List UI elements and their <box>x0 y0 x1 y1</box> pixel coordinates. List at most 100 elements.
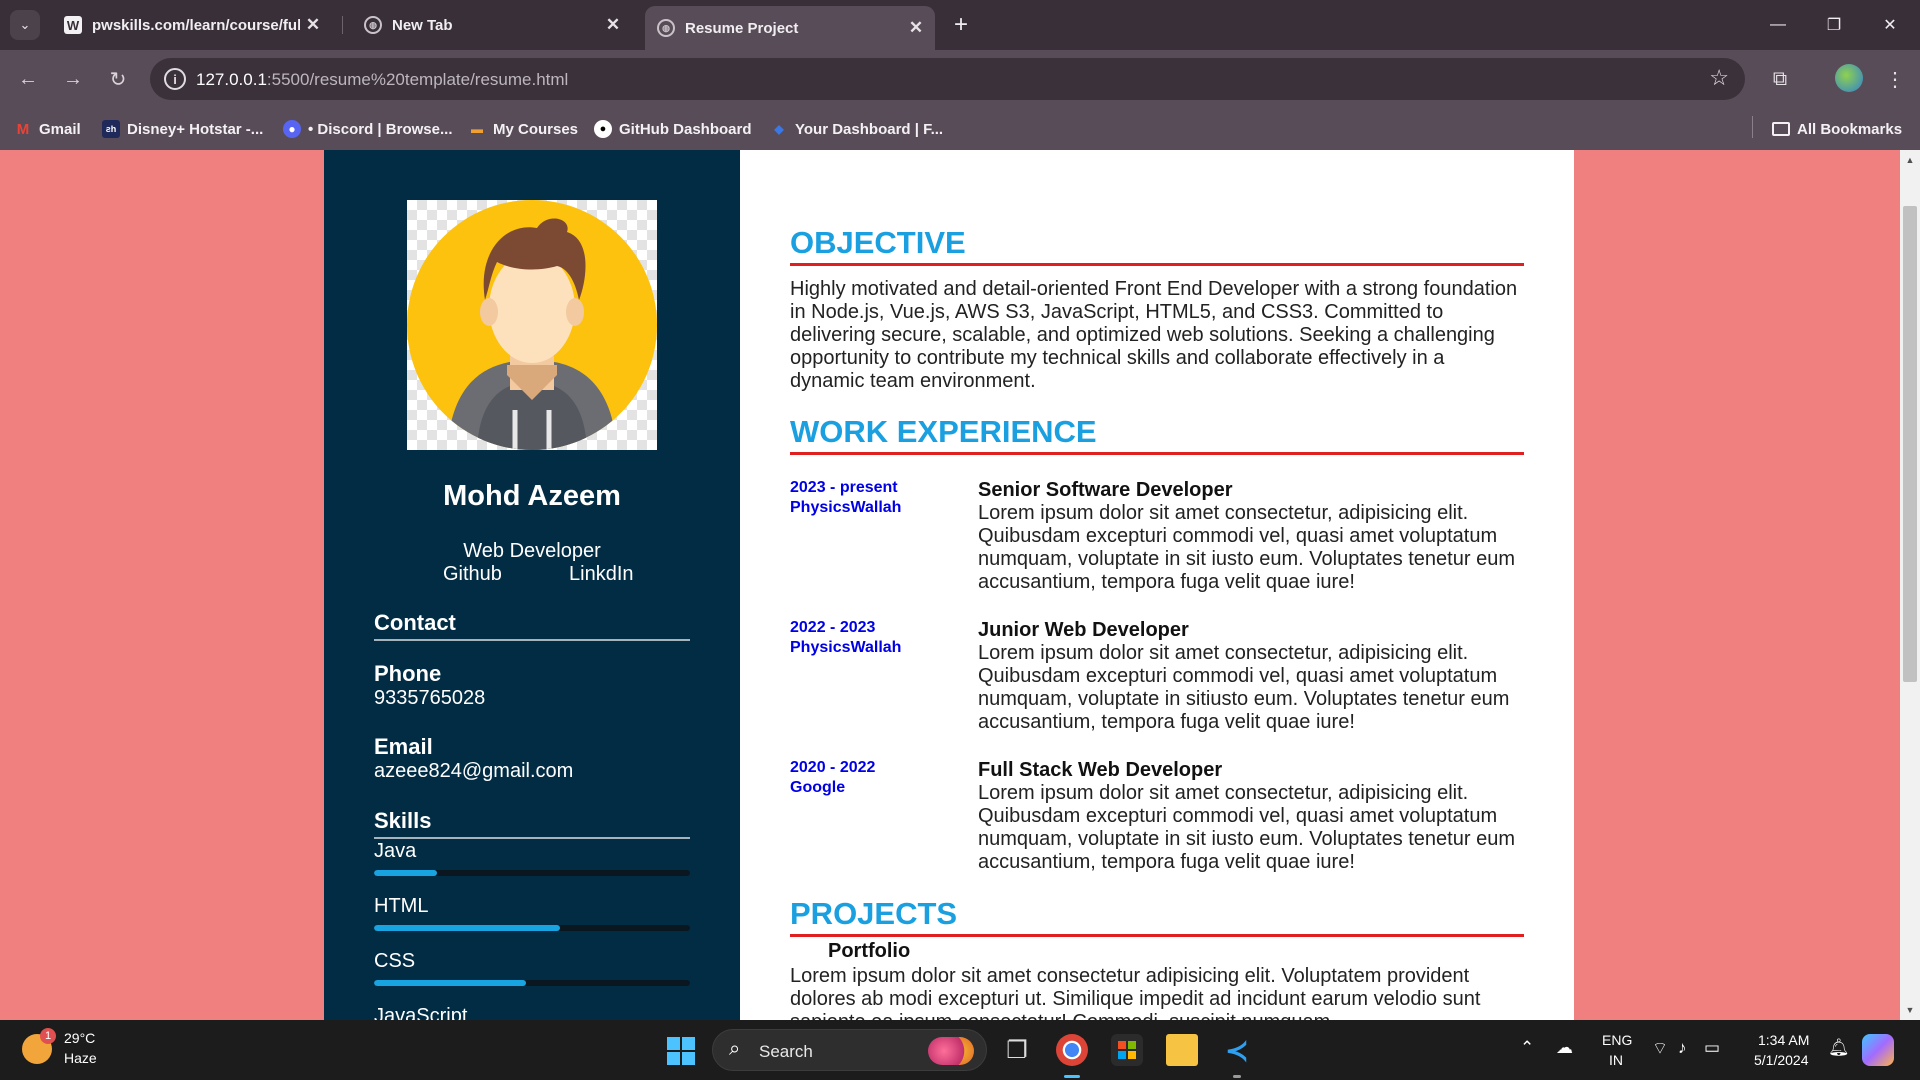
search-icon: ⌕ <box>729 1038 741 1060</box>
active-app-indicator <box>1064 1075 1080 1078</box>
skill-bar <box>374 870 690 876</box>
menu-icon[interactable]: ⋮ <box>1880 64 1910 94</box>
profile-avatar[interactable] <box>1835 64 1863 92</box>
experience-company: PhysicsWallah <box>790 499 902 516</box>
bookmark-discord[interactable]: ● • Discord | Browse... <box>283 118 453 140</box>
tab-title: New Tab <box>392 16 453 34</box>
gmail-icon: M <box>16 120 30 138</box>
bookmarks-bar: M Gmail ƨh Disney+ Hotstar -... ● • Disc… <box>0 108 1920 150</box>
reload-button[interactable]: ↻ <box>103 64 133 94</box>
battery-icon[interactable]: ▭ <box>1704 1038 1720 1058</box>
skill-bar-fill <box>374 925 561 931</box>
tab-title: pwskills.com/learn/course/full- <box>92 16 300 34</box>
site-info-icon[interactable]: i <box>164 68 186 90</box>
tab-search-button[interactable]: ⌄ <box>10 10 40 40</box>
skill-name: HTML <box>374 895 429 917</box>
bookmark-label: Gmail <box>39 120 81 138</box>
microsoft-store-icon[interactable] <box>1111 1034 1143 1066</box>
url-text[interactable]: 127.0.0.1:5500/resume%20template/resume.… <box>196 70 568 90</box>
linkedin-link[interactable]: LinkdIn <box>569 563 634 586</box>
experience-years: 2023 - present <box>790 479 898 496</box>
chevron-up-icon[interactable]: ⌃ <box>1520 1038 1534 1058</box>
resume-role: Web Developer <box>463 540 601 562</box>
language-region[interactable]: IN <box>1609 1052 1623 1068</box>
github-link[interactable]: Github <box>443 563 502 586</box>
skill-name: JavaScript <box>374 1005 468 1020</box>
wifi-icon[interactable]: ⌔ <box>1652 1038 1668 1059</box>
volume-icon[interactable]: ♪ <box>1678 1038 1687 1058</box>
avatar-illustration <box>407 200 657 450</box>
start-button[interactable] <box>667 1037 695 1065</box>
close-window-button[interactable]: ✕ <box>1870 10 1910 40</box>
bookmark-label: Disney+ Hotstar -... <box>127 120 264 138</box>
clock-date[interactable]: 5/1/2024 <box>1754 1052 1809 1068</box>
tab-resume-project[interactable]: ◍ Resume Project ✕ <box>645 6 935 50</box>
weather-temperature[interactable]: 29°C <box>64 1030 95 1046</box>
onedrive-cloud-icon[interactable]: ☁ <box>1556 1038 1573 1058</box>
tab-new-tab[interactable]: ◍ New Tab ✕ <box>352 7 632 43</box>
chrome-icon[interactable] <box>1056 1034 1088 1066</box>
resume: Mohd Azeem Web Developer Github LinkdIn … <box>324 150 1574 1020</box>
hotstar-icon: ƨh <box>102 120 120 138</box>
email-label: Email <box>374 734 433 759</box>
bookmark-my-courses[interactable]: ▬ My Courses <box>468 118 578 140</box>
phone-label: Phone <box>374 661 442 686</box>
clock-time[interactable]: 1:34 AM <box>1758 1032 1809 1048</box>
resume-name: Mohd Azeem <box>443 480 621 512</box>
bookmark-label: My Courses <box>493 120 579 138</box>
experience-years: 2020 - 2022 <box>790 759 876 776</box>
vscode-icon[interactable]: ≺ <box>1221 1034 1253 1066</box>
bookmark-github[interactable]: ● GitHub Dashboard <box>594 118 752 140</box>
project-name: Portfolio <box>828 940 911 962</box>
back-button[interactable]: ← <box>13 64 43 94</box>
bookmarks-divider <box>1752 116 1753 138</box>
windows-taskbar: 1 29°C Haze ⌕ Search ❐ ≺ ⌃ ☁ ENG IN ⌔ ♪ … <box>0 1020 1920 1080</box>
bookmark-dashboard[interactable]: ◆ Your Dashboard | F... <box>770 118 943 140</box>
projects-heading: PROJECTS <box>790 896 1524 937</box>
address-bar[interactable]: i 127.0.0.1:5500/resume%20template/resum… <box>150 58 1745 100</box>
file-explorer-icon[interactable] <box>1166 1034 1198 1066</box>
experience-company: PhysicsWallah <box>790 639 902 656</box>
close-icon[interactable]: ✕ <box>600 12 626 38</box>
restore-button[interactable]: ❐ <box>1814 10 1854 40</box>
minimize-button[interactable]: — <box>1758 10 1798 40</box>
browser-toolbar: ← → ↻ i 127.0.0.1:5500/resume%20template… <box>0 50 1920 108</box>
notification-bell-icon[interactable]: 🔔︎ <box>1828 1038 1850 1058</box>
all-bookmarks-button[interactable]: All Bookmarks <box>1772 118 1902 140</box>
tab-pwskills[interactable]: W pwskills.com/learn/course/full- ✕ <box>52 7 332 43</box>
forward-button[interactable]: → <box>58 64 88 94</box>
globe-icon: ◍ <box>657 19 675 37</box>
experience-description: Lorem ipsum dolor sit amet consectetur, … <box>978 502 1515 593</box>
skill-name: CSS <box>374 950 416 972</box>
language-indicator[interactable]: ENG <box>1602 1032 1632 1048</box>
extensions-icon[interactable]: ⧉ <box>1765 64 1795 94</box>
experience-heading: WORK EXPERIENCE <box>790 414 1524 455</box>
task-view-icon[interactable]: ❐ <box>1001 1034 1033 1066</box>
close-icon[interactable]: ✕ <box>300 12 326 38</box>
bookmark-hotstar[interactable]: ƨh Disney+ Hotstar -... <box>102 118 263 140</box>
close-icon[interactable]: ✕ <box>903 15 929 41</box>
contact-heading: Contact <box>374 610 690 641</box>
wordpress-icon: W <box>64 16 82 34</box>
experience-title: Junior Web Developer <box>978 619 1189 641</box>
page-viewport: Mohd Azeem Web Developer Github LinkdIn … <box>0 150 1900 1020</box>
new-tab-button[interactable]: + <box>948 11 974 38</box>
globe-icon: ◍ <box>364 16 382 34</box>
skill-bar-fill <box>374 980 526 986</box>
taskbar-search[interactable]: ⌕ Search <box>712 1029 987 1071</box>
github-icon: ● <box>594 120 612 138</box>
page-scrollbar[interactable]: ▲ ▼ <box>1900 150 1920 1020</box>
scroll-down-icon[interactable]: ▼ <box>1900 1002 1920 1018</box>
weather-condition[interactable]: Haze <box>64 1050 97 1066</box>
scroll-up-icon[interactable]: ▲ <box>1900 152 1920 168</box>
bookmark-star-icon[interactable]: ☆ <box>1709 65 1729 91</box>
dashboard-icon: ◆ <box>774 122 784 136</box>
skill-bar <box>374 980 690 986</box>
skill-name: Java <box>374 840 417 862</box>
bookmark-label: GitHub Dashboard <box>619 120 752 138</box>
scrollbar-thumb[interactable] <box>1903 206 1917 682</box>
bookmark-gmail[interactable]: M Gmail <box>14 118 81 140</box>
profile-photo <box>407 200 657 450</box>
copilot-icon[interactable] <box>1862 1034 1894 1066</box>
search-placeholder: Search <box>759 1042 813 1061</box>
